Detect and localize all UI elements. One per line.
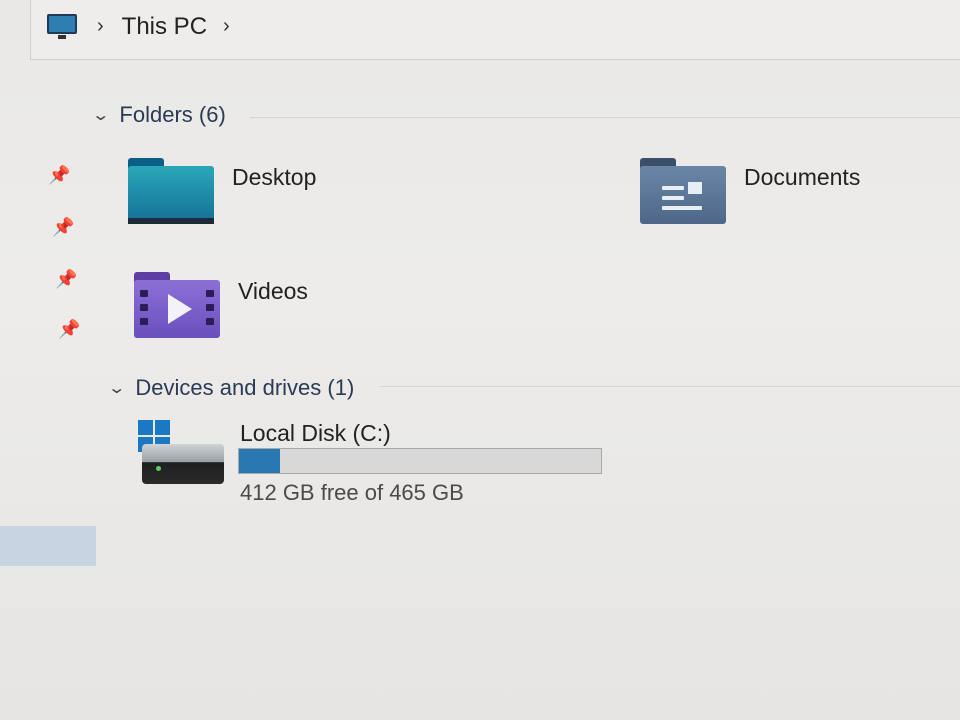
address-bar[interactable]: › This PC › <box>30 0 960 60</box>
folder-label: Videos <box>238 278 308 304</box>
folder-label: Desktop <box>232 164 317 190</box>
pin-icon: 📌 <box>55 269 78 289</box>
section-divider <box>380 386 960 387</box>
folders-section-header[interactable]: ⌄ Folders (6) <box>91 102 226 128</box>
this-pc-icon[interactable] <box>47 13 79 40</box>
breadcrumb-expand-icon[interactable]: › <box>223 15 230 38</box>
folder-tile-videos[interactable]: Videos <box>134 272 308 340</box>
breadcrumb-this-pc[interactable]: This PC <box>122 13 207 41</box>
pin-icon: 📌 <box>48 165 71 185</box>
nav-item-selected[interactable] <box>0 526 96 566</box>
section-divider <box>250 117 960 118</box>
chevron-down-icon[interactable]: ⌄ <box>107 378 126 398</box>
chevron-down-icon[interactable]: ⌄ <box>91 105 110 125</box>
pin-icon: 📌 <box>58 319 81 339</box>
documents-folder-icon <box>640 158 728 226</box>
devices-section-header[interactable]: ⌄ Devices and drives (1) <box>107 375 355 401</box>
pin-icon: 📌 <box>52 217 75 237</box>
videos-folder-icon <box>134 272 222 340</box>
file-explorer-window: › This PC › 📌 📌 📌 📌 ⌄ Folders (6) Deskto… <box>0 0 960 720</box>
drive-usage-fill <box>239 449 281 473</box>
folder-tile-desktop[interactable]: Desktop <box>128 158 316 226</box>
folder-label: Documents <box>744 164 861 190</box>
drive-name[interactable]: Local Disk (C:) <box>240 420 391 447</box>
devices-header-label: Devices and drives (1) <box>135 375 355 400</box>
drive-usage-bar <box>238 448 602 474</box>
drive-free-space: 412 GB free of 465 GB <box>240 480 464 505</box>
folder-tile-documents[interactable]: Documents <box>640 158 860 226</box>
local-disk-icon[interactable] <box>138 420 226 488</box>
breadcrumb-separator-icon[interactable]: › <box>97 15 104 38</box>
desktop-folder-icon <box>128 158 216 226</box>
folders-header-label: Folders (6) <box>119 102 226 127</box>
